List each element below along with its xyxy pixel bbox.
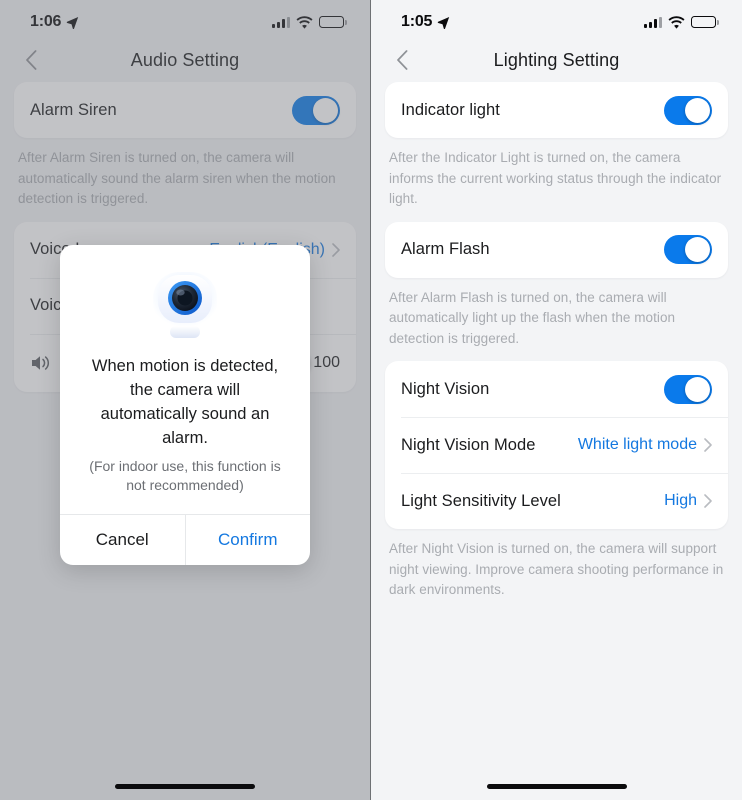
cancel-button[interactable]: Cancel <box>60 514 186 565</box>
night-vision-mode-row[interactable]: Night Vision Mode White light mode <box>385 417 728 473</box>
right-phone-screen: 1:05 Lighting Setting Indicator light Af… <box>371 0 742 800</box>
battery-icon <box>691 16 719 28</box>
light-sensitivity-value-group: High <box>664 492 712 510</box>
alarm-flash-row[interactable]: Alarm Flash <box>385 222 728 278</box>
home-indicator <box>115 783 255 789</box>
night-vision-mode-label: Night Vision Mode <box>401 435 536 454</box>
chevron-left-icon <box>396 50 407 70</box>
dialog-subtitle: (For indoor use, this function is not re… <box>89 457 281 494</box>
night-vision-card: Night Vision Night Vision Mode White lig… <box>385 361 728 530</box>
night-vision-label: Night Vision <box>401 379 490 398</box>
status-time-group: 1:05 <box>401 13 450 31</box>
alarm-confirm-dialog: When motion is detected, the camera will… <box>60 245 310 565</box>
page-title: Lighting Setting <box>493 49 620 70</box>
night-vision-description: After Night Vision is turned on, the cam… <box>389 541 724 598</box>
indicator-light-card: Indicator light <box>385 82 728 138</box>
left-phone-screen: 1:06 Audio Setting Alarm Siren After Ala… <box>0 0 371 800</box>
light-sensitivity-value: High <box>664 492 697 510</box>
nav-bar: Lighting Setting <box>371 38 742 82</box>
night-vision-toggle[interactable] <box>664 374 712 404</box>
alarm-flash-description: After Alarm Flash is turned on, the came… <box>389 289 676 346</box>
indicator-light-toggle[interactable] <box>664 95 712 125</box>
indicator-light-label: Indicator light <box>401 100 500 119</box>
right-content: Indicator light After the Indicator Ligh… <box>371 82 742 613</box>
cellular-bars-icon <box>644 16 662 28</box>
alarm-flash-toggle[interactable] <box>664 235 712 265</box>
status-indicators <box>644 15 719 29</box>
chevron-right-icon <box>704 494 712 508</box>
status-bar: 1:05 <box>371 0 742 38</box>
home-indicator <box>486 783 627 789</box>
chevron-right-icon <box>704 438 712 452</box>
dialog-actions: Cancel Confirm <box>60 513 311 565</box>
dialog-icon-wrap <box>76 263 294 355</box>
back-button[interactable] <box>387 43 417 77</box>
wifi-icon <box>668 15 685 29</box>
night-vision-row[interactable]: Night Vision <box>385 361 728 417</box>
dual-screenshot-container: 1:06 Audio Setting Alarm Siren After Ala… <box>0 0 742 800</box>
camera-icon <box>153 272 217 338</box>
light-sensitivity-label: Light Sensitivity Level <box>401 491 561 510</box>
indicator-light-description: After the Indicator Light is turned on, … <box>389 150 722 207</box>
confirm-button[interactable]: Confirm <box>186 515 311 565</box>
dialog-body: When motion is detected, the camera will… <box>60 245 310 514</box>
location-arrow-icon <box>437 16 450 29</box>
night-vision-mode-value-group: White light mode <box>578 436 712 454</box>
night-vision-mode-value: White light mode <box>577 436 697 454</box>
light-sensitivity-row[interactable]: Light Sensitivity Level High <box>385 473 728 529</box>
alarm-flash-label: Alarm Flash <box>401 240 490 259</box>
alarm-flash-card: Alarm Flash <box>385 221 728 278</box>
status-time: 1:05 <box>401 13 433 30</box>
dialog-title: When motion is detected, the camera will… <box>91 357 279 447</box>
indicator-light-row[interactable]: Indicator light <box>385 82 728 138</box>
